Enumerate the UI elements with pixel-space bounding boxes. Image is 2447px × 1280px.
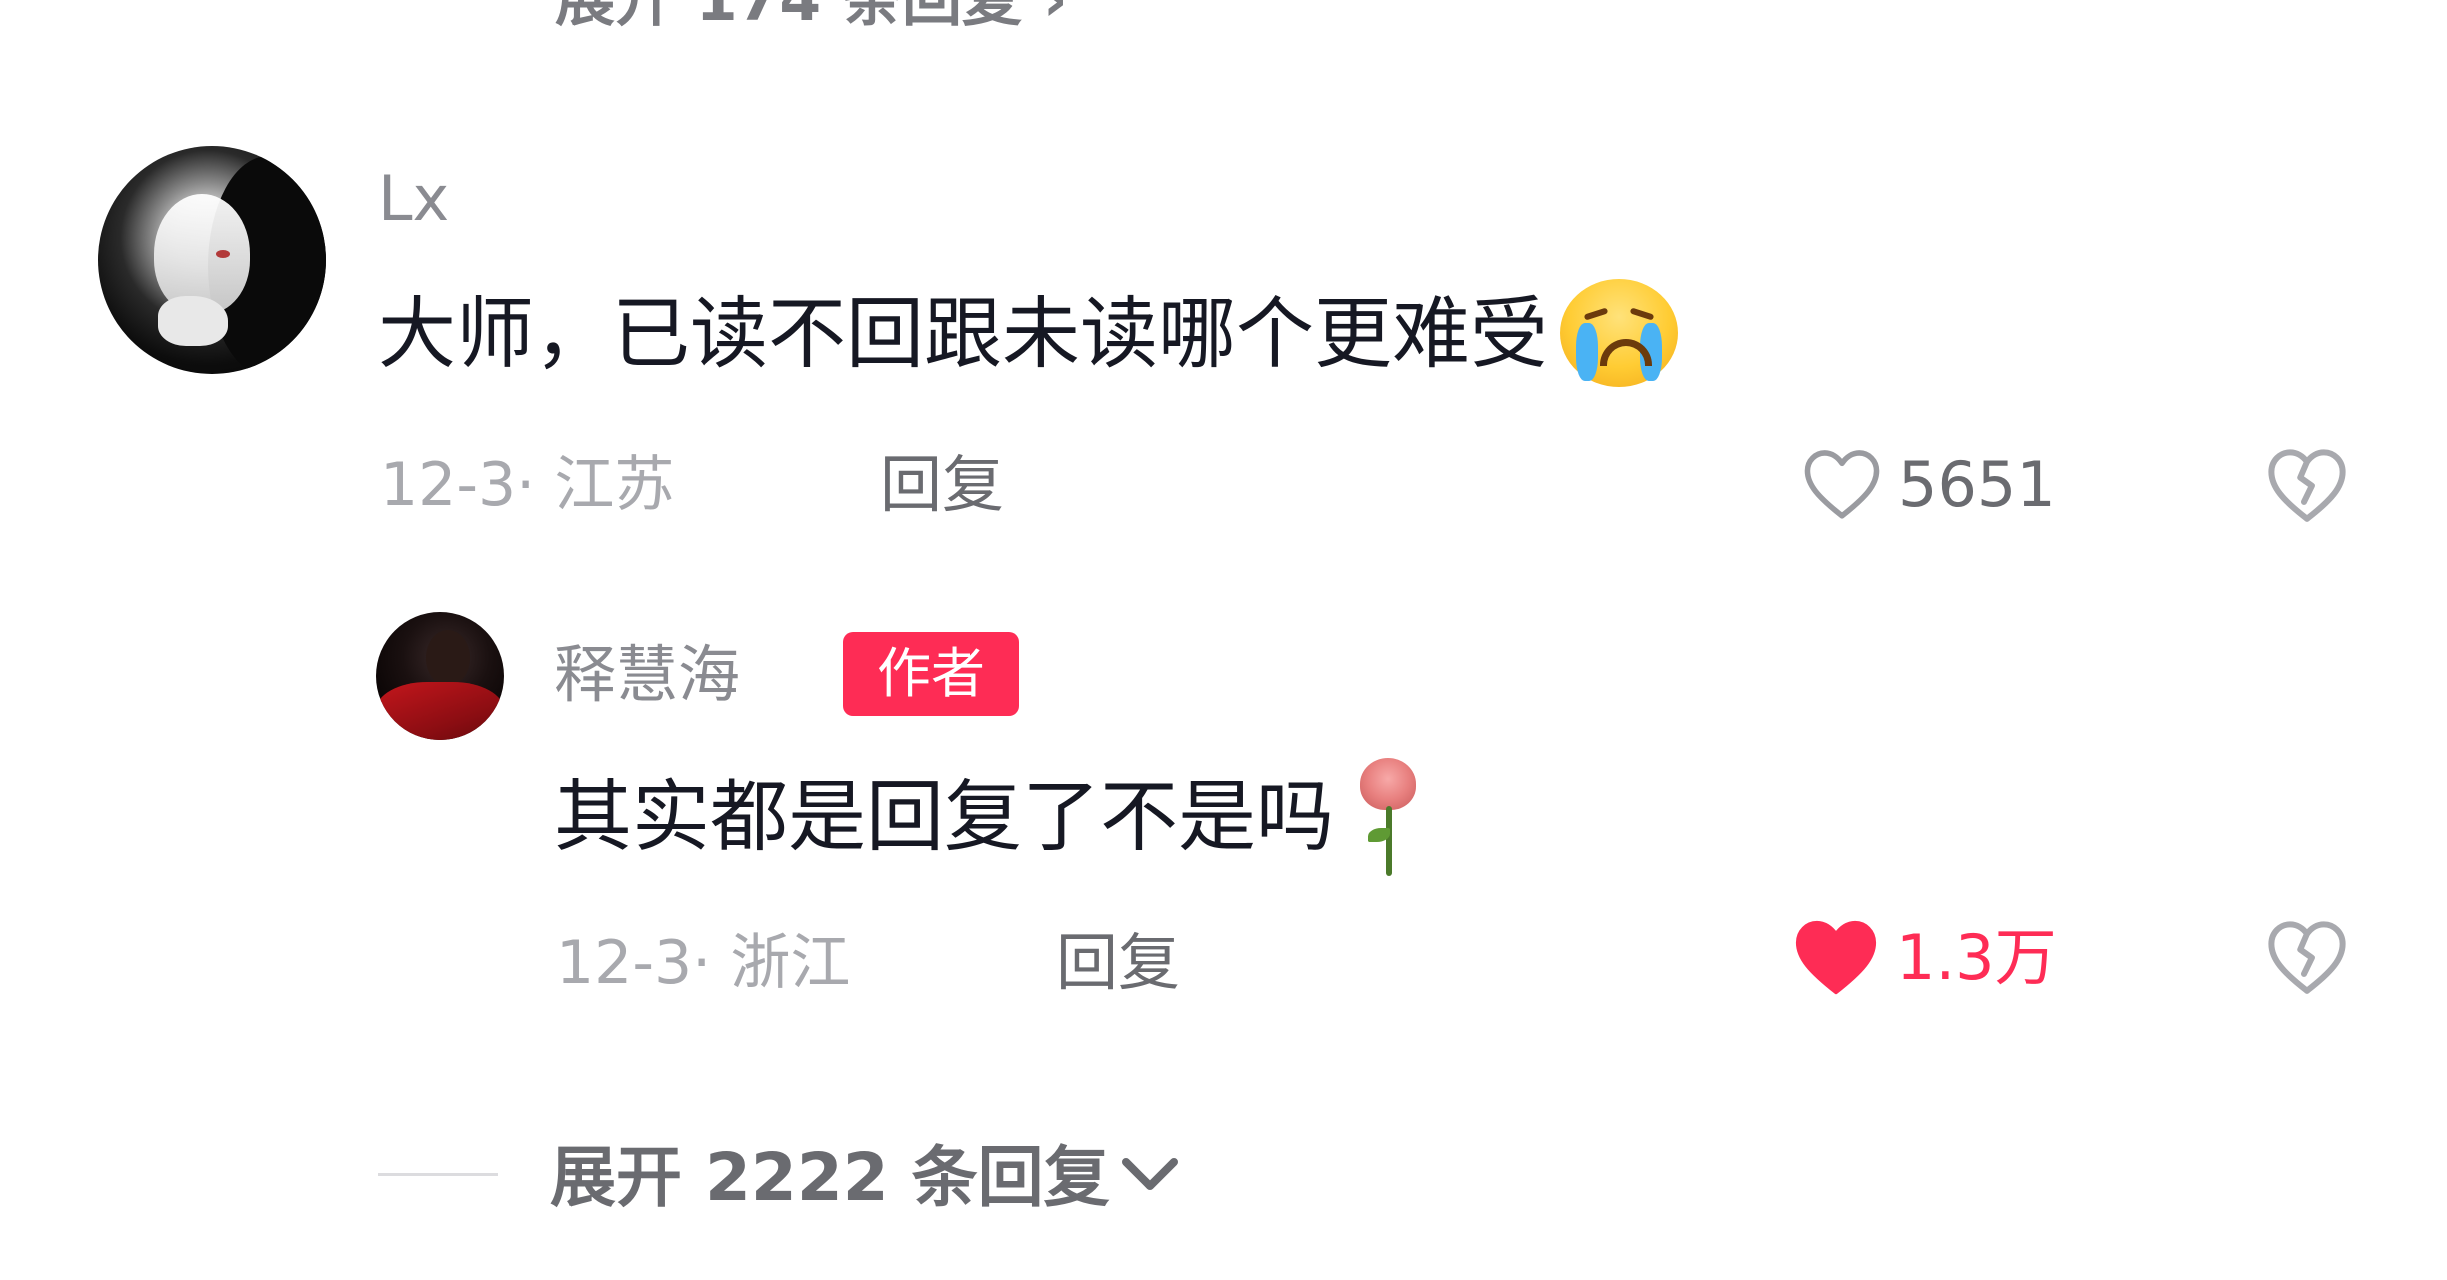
comment-date-location: 12-3· 江苏	[380, 450, 675, 520]
reply-username[interactable]: 释慧海	[554, 640, 740, 710]
divider-line	[378, 1172, 498, 1176]
like-count: 5651	[1898, 448, 2056, 521]
reply-reply-button[interactable]: 回复	[1056, 928, 1180, 998]
reply-button[interactable]: 回复	[880, 450, 1004, 520]
dislike-button[interactable]	[2262, 440, 2352, 530]
avatar-shirt	[376, 682, 504, 740]
reply-like-count: 1.3万	[1896, 921, 2057, 995]
heart-filled-icon	[1795, 920, 1877, 995]
comment-text: 大师，已读不回跟未读哪个更难受	[378, 279, 1679, 393]
comment-username[interactable]: Lx	[378, 164, 449, 234]
avatar-eye	[216, 250, 230, 258]
rose-bloom	[1360, 758, 1417, 810]
reply-dislike-button[interactable]	[2262, 912, 2352, 1002]
rose-stem	[1386, 806, 1393, 876]
expand-replies-button[interactable]: 展开 2222 条回复	[378, 1138, 1182, 1218]
avatar-hand	[158, 296, 228, 346]
broken-heart-icon	[2268, 449, 2346, 522]
emoji-tear-left	[1576, 323, 1599, 381]
emoji-brow-left	[1583, 307, 1609, 321]
expand-replies-label: 展开 2222 条回复	[550, 1139, 1110, 1216]
reply-text-body: 其实都是回复了不是吗	[554, 772, 1335, 863]
emoji-brow-right	[1629, 307, 1655, 321]
expand-replies-top[interactable]: 展开 174 条回复 ›	[555, 0, 1068, 32]
rose-emoji-icon	[1352, 758, 1422, 878]
crying-face-emoji-icon	[1560, 279, 1679, 387]
reply-avatar[interactable]	[376, 612, 504, 740]
author-badge: 作者	[843, 632, 1019, 716]
avatar[interactable]	[98, 146, 326, 374]
reply-text: 其实都是回复了不是吗	[554, 758, 1422, 882]
reply-like-button[interactable]: 1.3万	[1790, 920, 2057, 1004]
broken-heart-icon	[2268, 921, 2346, 994]
chevron-down-icon	[1118, 1152, 1182, 1200]
comment-text-body: 大师，已读不回跟未读哪个更难受	[378, 289, 1549, 380]
heart-icon	[1804, 450, 1880, 519]
like-button[interactable]: 5651	[1800, 450, 2056, 527]
avatar-head	[426, 630, 470, 686]
reply-date-location: 12-3· 浙江	[556, 928, 851, 998]
